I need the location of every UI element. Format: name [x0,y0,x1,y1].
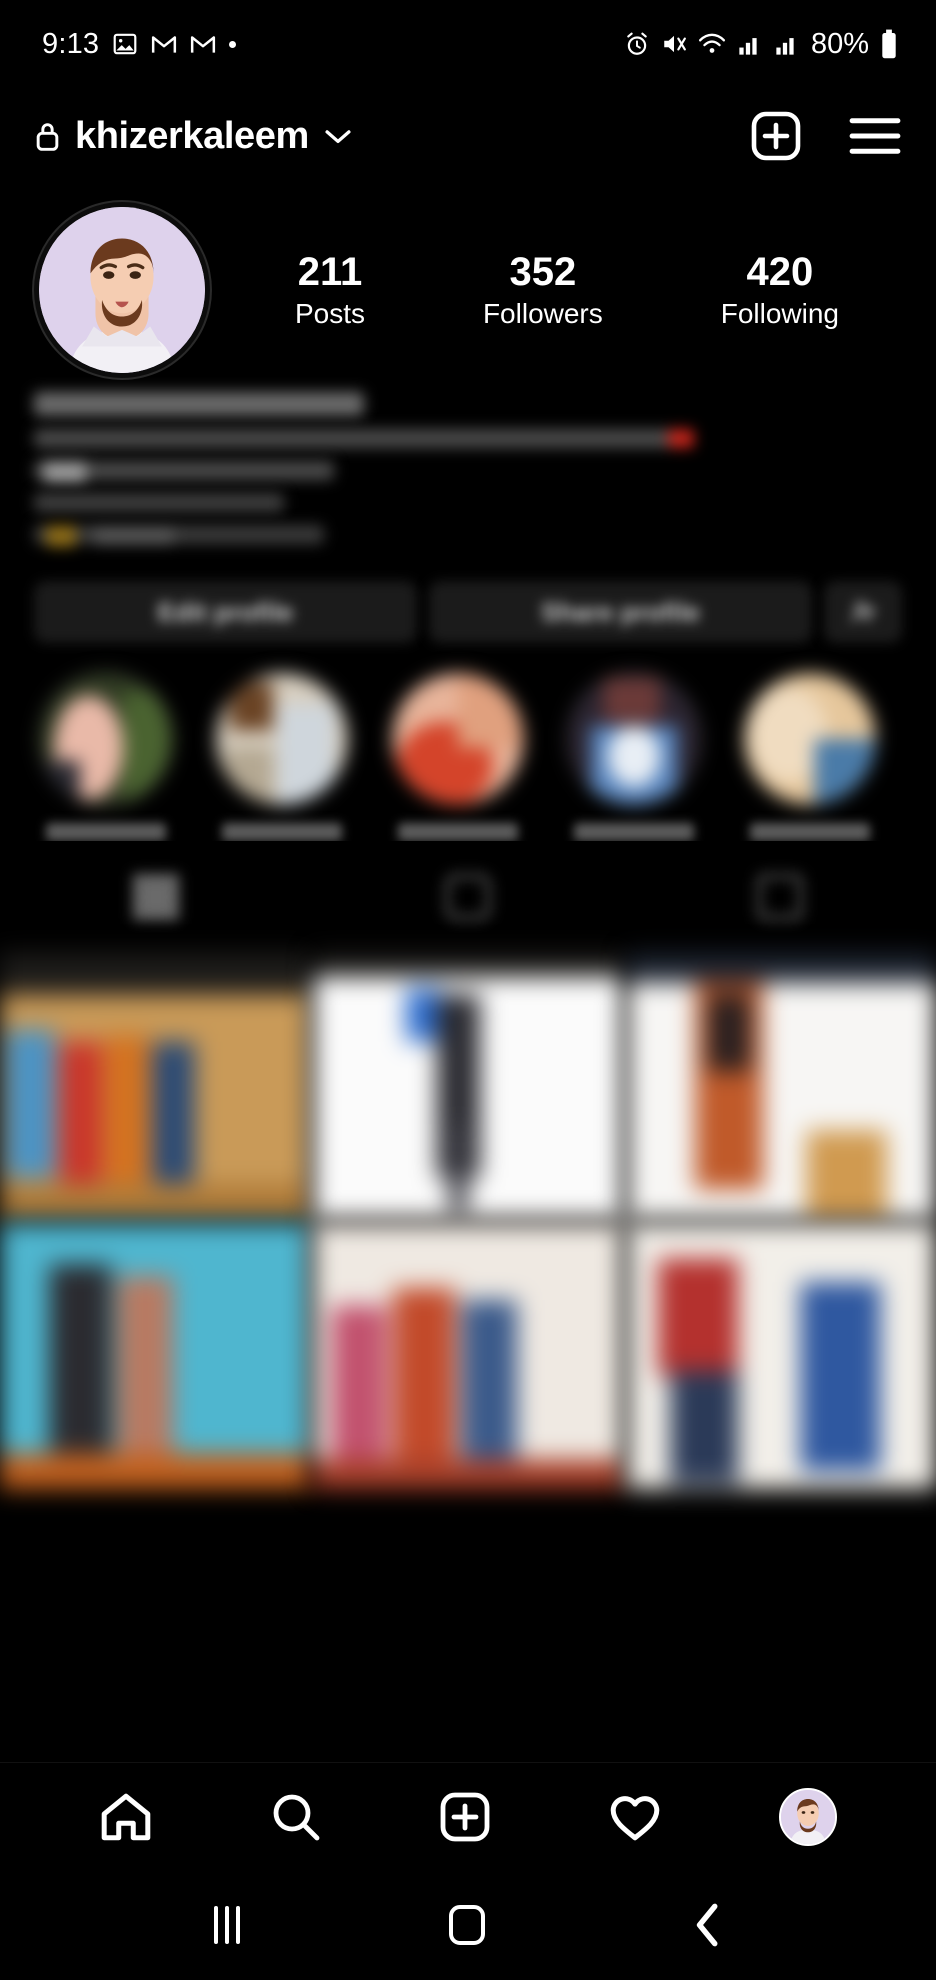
instagram-profile-screen: 9:13 80% khizerkaleem 211 Posts 352 Foll… [0,0,936,1980]
highlight-cover [566,671,702,807]
story-highlights-row [0,643,936,841]
nav-profile-avatar[interactable] [779,1787,838,1846]
post-grid [0,953,936,1489]
stat-followers-label: Followers [482,298,603,330]
recents-icon[interactable] [214,1906,241,1944]
highlight-cover [742,671,878,807]
profile-tabs [0,841,936,953]
highlight-label [222,823,342,841]
story-highlight-4[interactable] [546,671,722,841]
story-highlight-5[interactable] [722,671,898,841]
battery-percent: 80% [810,27,869,60]
signal-icon [737,32,763,56]
signal-icon [774,32,800,56]
home-square-icon[interactable] [448,1905,485,1945]
status-bar-right: 80% [624,28,898,61]
highlight-cover [390,671,526,807]
image-icon [112,31,138,57]
post-thumbnail-2[interactable] [313,953,623,1219]
stat-posts-label: Posts [294,298,365,330]
profile-header-bar: khizerkaleem [0,88,936,184]
highlight-cover [38,671,174,807]
bio-link[interactable] [94,527,174,545]
home-icon[interactable] [99,1791,153,1843]
system-navigation-bar [0,1870,936,1980]
tab-grid[interactable] [0,875,312,919]
bio-emoji-icon [668,429,694,448]
highlight-label [750,823,870,841]
highlight-cover [214,671,350,807]
profile-stats-row: 211 Posts 352 Followers 420 Following [0,184,936,378]
person-add-icon [849,598,877,626]
highlight-label [398,823,518,841]
bio-line-3 [34,493,284,512]
edit-profile-button[interactable]: Edit profile [34,581,417,643]
plus-box-icon[interactable] [439,1791,491,1843]
avatar-image [39,207,205,373]
stat-followers-value: 352 [509,249,577,294]
story-highlight-3[interactable] [370,671,546,841]
story-highlight-1[interactable] [18,671,194,841]
stats-group: 211 Posts 352 Followers 420 Following [210,250,902,331]
post-thumbnail-4[interactable] [0,1223,310,1489]
post-thumbnail-5[interactable] [313,1223,623,1489]
wifi-icon [698,32,726,56]
bio-line-4 [34,525,324,547]
profile-bio [0,378,936,547]
share-profile-button[interactable]: Share profile [429,581,812,643]
highlight-label [574,823,694,841]
lock-icon [34,120,61,152]
bottom-navigation-bar [0,1762,936,1870]
stat-followers[interactable]: 352 Followers [483,250,603,331]
bio-line-1 [34,429,694,448]
dot-icon [229,40,237,48]
share-profile-label: Share profile [541,596,700,627]
profile-action-buttons: Edit profile Share profile [0,557,936,643]
discover-people-button[interactable] [824,581,902,643]
hamburger-menu-icon[interactable] [848,115,902,157]
tab-tagged[interactable] [624,875,936,919]
header-actions [750,110,902,162]
stat-following-label: Following [720,298,839,330]
stat-posts[interactable]: 211 Posts [295,250,365,331]
edit-profile-label: Edit profile [157,596,294,627]
gmail-icon [151,33,177,55]
bio-line-2 [34,461,334,483]
search-icon[interactable] [270,1791,322,1843]
status-time: 9:13 [42,27,100,60]
status-bar: 9:13 80% [0,0,936,88]
plus-box-icon[interactable] [750,110,802,162]
bio-badge [44,461,86,483]
tagged-icon [758,875,802,919]
stat-posts-value: 211 [297,249,363,294]
heart-icon[interactable] [608,1791,662,1843]
bio-emoji-gold-icon [46,525,76,547]
stat-following[interactable]: 420 Following [721,250,839,331]
bio-display-name [34,392,364,416]
profile-avatar[interactable] [34,202,210,378]
reels-icon [446,875,490,919]
highlight-label [46,823,166,841]
battery-icon [880,29,898,59]
status-bar-left: 9:13 [42,27,237,61]
post-thumbnail-1[interactable] [0,953,310,1219]
avatar-illustration [39,207,205,373]
grid-icon [134,875,178,919]
mute-icon [661,32,687,56]
tab-reels[interactable] [312,875,624,919]
username-switcher[interactable]: khizerkaleem [34,115,750,158]
story-highlight-2[interactable] [194,671,370,841]
profile-username: khizerkaleem [75,114,309,157]
post-thumbnail-3[interactable] [626,953,936,1219]
gmail-icon [190,33,216,55]
back-chevron-icon[interactable] [694,1903,722,1947]
post-thumbnail-6[interactable] [626,1223,936,1489]
stat-following-value: 420 [746,249,814,294]
alarm-icon [624,31,650,57]
chevron-down-icon[interactable] [323,125,353,147]
